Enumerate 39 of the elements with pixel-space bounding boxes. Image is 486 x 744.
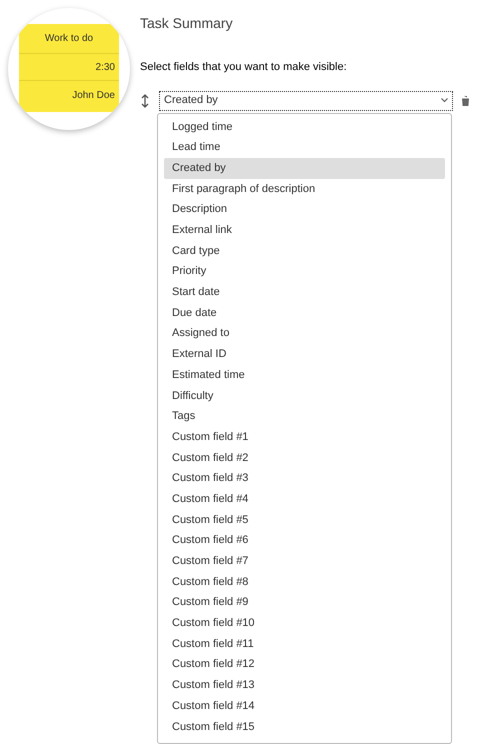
dropdown-option[interactable]: Tags [164,406,445,427]
dropdown-option[interactable]: Custom field #15 [164,716,445,738]
dropdown-option[interactable]: External ID [164,344,445,365]
dropdown-option[interactable]: Custom field #3 [164,468,445,489]
dropdown-option[interactable]: Custom field #10 [164,613,445,634]
dropdown-option[interactable]: First paragraph of description [164,178,445,200]
dropdown-option[interactable]: Custom field #11 [164,634,445,654]
dropdown-option[interactable]: Custom field #6 [164,530,445,551]
reorder-icon[interactable] [141,94,149,108]
dropdown-option[interactable]: External link [164,220,445,241]
card-time: 2:30 [19,54,119,81]
dropdown-option[interactable]: Custom field #5 [164,510,445,530]
dropdown-option[interactable]: Card type [164,240,445,262]
dropdown-option[interactable]: Custom field #8 [164,572,445,592]
dropdown-option[interactable]: Difficulty [164,385,445,406]
field-select[interactable]: Created by [159,90,453,110]
dropdown-option[interactable]: Custom field #7 [164,550,445,572]
dropdown-option[interactable]: Description [164,199,445,220]
page-title: Task Summary [140,14,234,33]
dropdown-option[interactable]: Custom field #13 [164,675,445,696]
dropdown-option[interactable]: Created by [164,158,445,179]
dropdown-option[interactable]: Custom field #2 [164,448,445,468]
trash-icon[interactable] [461,96,470,106]
dropdown-option[interactable]: Lead time [164,137,445,158]
dropdown-option[interactable]: Assigned to [164,323,445,344]
card-title: Work to do [19,24,119,54]
dropdown-option[interactable]: Custom field #9 [164,592,445,613]
dropdown-option[interactable]: Estimated time [164,364,445,386]
chevron-down-icon [441,98,448,103]
instruction-text: Select fields that you want to make visible: [140,60,348,75]
dropdown-option[interactable]: Custom field #4 [164,488,445,510]
dropdown-option[interactable]: Custom field #1 [164,426,445,448]
dropdown-option[interactable]: Priority [164,261,445,282]
dropdown-option[interactable]: Due date [164,302,445,324]
dropdown-option[interactable]: Custom field #12 [164,654,445,676]
card-assignee: John Doe [71,88,116,102]
dropdown-option[interactable]: Logged time [164,116,445,138]
dropdown-option[interactable]: Start date [164,282,445,303]
dropdown-option[interactable]: Custom field #14 [164,696,445,716]
